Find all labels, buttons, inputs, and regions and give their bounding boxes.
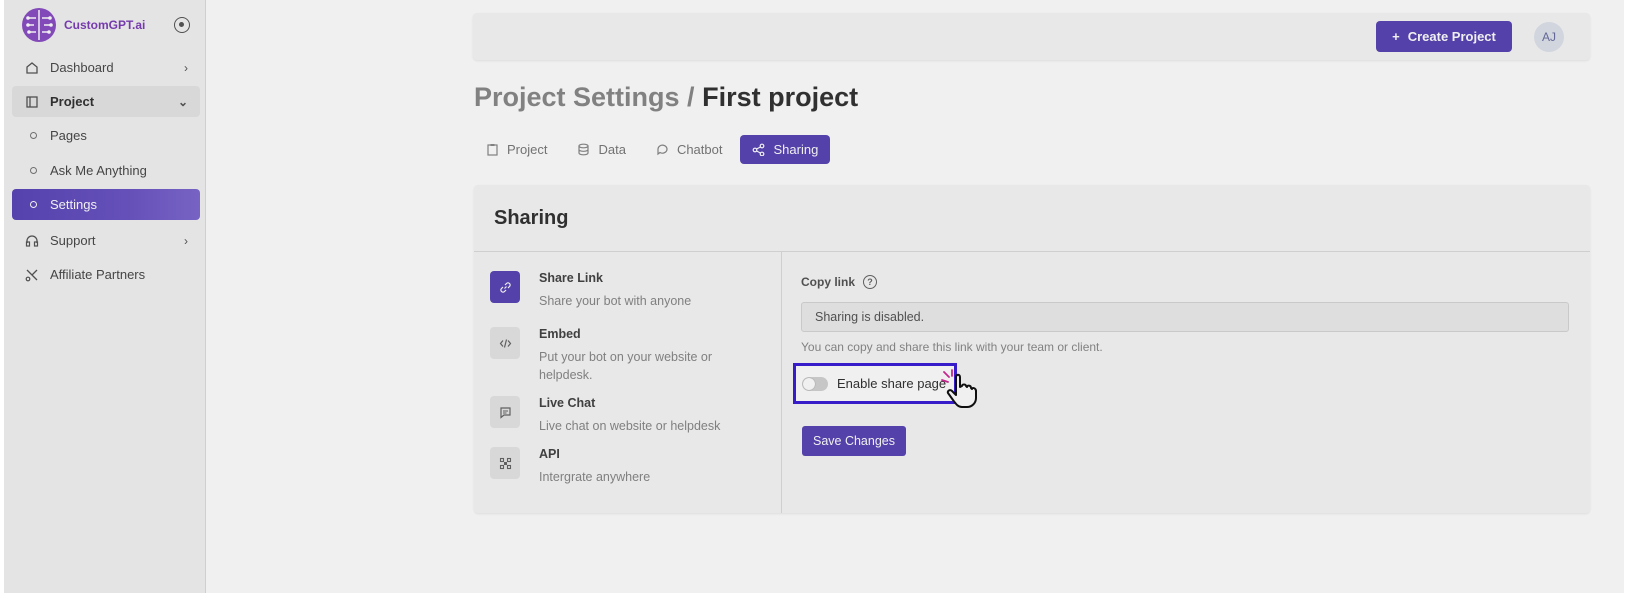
tab-label: Data <box>598 142 626 157</box>
plus-icon: + <box>1392 29 1400 44</box>
affiliate-icon <box>25 269 38 281</box>
share-link-field[interactable] <box>801 302 1569 332</box>
sidebar-item-dashboard[interactable]: Dashboard › <box>12 52 200 83</box>
collapse-sidebar-icon[interactable] <box>174 17 190 33</box>
sidebar-item-label: Dashboard <box>50 60 114 75</box>
option-live-chat[interactable]: Live Chat Live chat on website or helpde… <box>490 396 729 435</box>
sidebar-item-label: Affiliate Partners <box>50 267 146 282</box>
option-title: API <box>539 447 560 461</box>
tab-label: Chatbot <box>676 142 723 157</box>
column-divider <box>781 252 782 513</box>
home-icon <box>26 61 38 74</box>
help-icon[interactable]: ? <box>863 275 878 289</box>
option-title: Live Chat <box>539 396 596 410</box>
logo[interactable]: CustomGPT.ai <box>20 6 145 44</box>
database-icon <box>578 143 590 156</box>
copy-link-label: Copy link ? <box>801 275 878 289</box>
share-link-hint: You can copy and share this link with yo… <box>801 340 1103 354</box>
chevron-right-icon: › <box>184 60 188 75</box>
sidebar-item-project[interactable]: Project ⌄ <box>12 86 200 117</box>
card-title: Sharing <box>494 207 569 229</box>
brain-logo-icon <box>22 8 56 42</box>
tab-project[interactable]: Project <box>474 135 559 164</box>
sidebar-item-label: Project <box>50 94 95 109</box>
save-changes-button[interactable]: Save Changes <box>802 426 906 456</box>
sharing-card: Sharing Share Link Share your bot with a… <box>474 185 1590 513</box>
brand-name: CustomGPT.ai <box>64 18 146 32</box>
create-project-label: Create Project <box>1407 29 1496 44</box>
enable-share-page-label: Enable share page <box>837 376 947 391</box>
sidebar-item-label: Ask Me Anything <box>50 163 147 178</box>
sidebar: CustomGPT.ai Dashboard › Project ⌄ Pages… <box>4 0 206 593</box>
tab-sharing[interactable]: Sharing <box>740 135 831 164</box>
bullet-icon <box>30 167 37 174</box>
project-name: First project <box>702 82 859 112</box>
sidebar-item-pages[interactable]: Pages <box>12 120 200 151</box>
app-window: CustomGPT.ai Dashboard › Project ⌄ Pages… <box>4 0 1624 593</box>
option-description: Intergrate anywhere <box>539 470 651 484</box>
option-embed[interactable]: Embed Put your bot on your website or he… <box>490 327 729 384</box>
enable-share-page-toggle[interactable] <box>802 376 828 391</box>
tab-label: Sharing <box>773 142 819 157</box>
sidebar-item-support[interactable]: Support › <box>12 225 200 256</box>
share-icon <box>753 143 765 156</box>
avatar[interactable]: AJ <box>1534 22 1564 52</box>
clipboard-icon <box>487 144 498 156</box>
code-icon <box>490 327 520 359</box>
bullet-icon <box>30 132 37 139</box>
option-title: Share Link <box>539 271 603 285</box>
settings-tabs: Project Data Chatbot Sharing <box>474 135 831 164</box>
copy-link-text: Copy link <box>801 275 856 289</box>
api-icon <box>490 447 520 479</box>
message-icon <box>490 396 520 428</box>
tab-chatbot[interactable]: Chatbot <box>644 135 735 164</box>
sidebar-item-label: Support <box>50 233 96 248</box>
page-title: Project Settings / First project <box>474 82 858 113</box>
chevron-right-icon: › <box>184 233 188 248</box>
chevron-down-icon: ⌄ <box>177 94 188 109</box>
tab-data[interactable]: Data <box>565 135 637 164</box>
option-description: Put your bot on your website or helpdesk… <box>539 350 713 382</box>
option-share-link[interactable]: Share Link Share your bot with anyone <box>490 271 729 310</box>
divider <box>474 251 1590 252</box>
bullet-icon <box>30 201 37 208</box>
chat-bubble-icon <box>657 144 668 156</box>
breadcrumb[interactable]: Project Settings / <box>474 82 695 112</box>
option-api[interactable]: API Intergrate anywhere <box>490 447 729 486</box>
sidebar-item-affiliate-partners[interactable]: Affiliate Partners <box>12 259 200 290</box>
sidebar-item-settings[interactable]: Settings <box>12 189 200 220</box>
option-description: Live chat on website or helpdesk <box>539 419 721 433</box>
project-icon <box>26 95 38 108</box>
link-icon <box>490 271 520 303</box>
sidebar-item-label: Settings <box>50 197 97 212</box>
create-project-button[interactable]: + Create Project <box>1376 21 1512 52</box>
sidebar-item-ask-me-anything[interactable]: Ask Me Anything <box>12 155 200 186</box>
option-description: Share your bot with anyone <box>539 294 692 308</box>
option-title: Embed <box>539 327 581 341</box>
hand-pointer-cursor-icon <box>941 369 977 408</box>
tab-label: Project <box>507 142 548 157</box>
sidebar-item-label: Pages <box>50 128 87 143</box>
enable-share-page-highlight[interactable]: Enable share page <box>793 363 957 404</box>
headset-icon <box>25 234 39 247</box>
